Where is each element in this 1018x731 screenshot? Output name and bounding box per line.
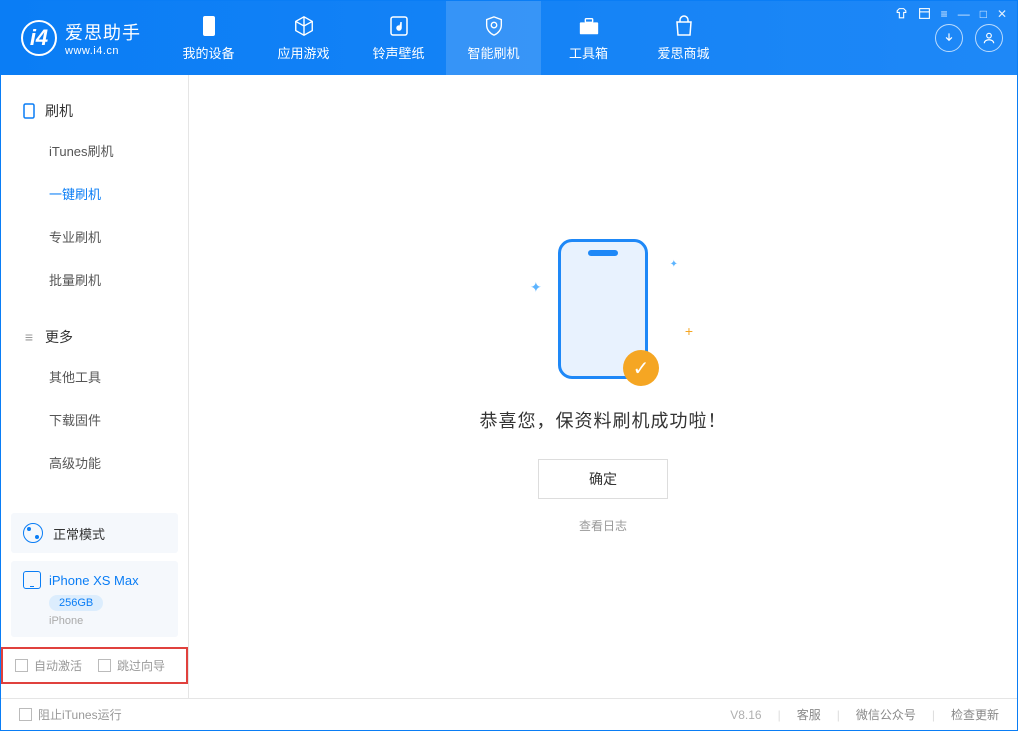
sparkle-icon: ✦ — [670, 259, 678, 270]
menu-lines-icon: ≡ — [21, 329, 37, 345]
list-icon[interactable]: ≡ — [941, 7, 948, 23]
sidebar-item-itunes-flash[interactable]: iTunes刷机 — [1, 129, 188, 172]
app-name: 爱思助手 — [65, 19, 141, 45]
menu-icon[interactable] — [918, 7, 931, 23]
bag-icon — [673, 15, 695, 37]
tab-store[interactable]: 爱思商城 — [636, 1, 731, 75]
main-content: ✓ ✦ ✦ + 恭喜您，保资料刷机成功啦！ 确定 查看日志 — [189, 75, 1017, 698]
device-capacity: 256GB — [49, 595, 103, 611]
maximize-button[interactable]: □ — [980, 7, 987, 23]
logo-icon: i4 — [21, 20, 57, 56]
block-itunes-option[interactable]: 阻止iTunes运行 — [19, 706, 122, 723]
status-icon — [23, 523, 43, 543]
wechat-link[interactable]: 微信公众号 — [856, 706, 916, 723]
checkbox-icon — [19, 708, 32, 721]
music-icon — [388, 15, 410, 37]
tab-label: 工具箱 — [569, 43, 608, 62]
user-button[interactable] — [975, 24, 1003, 52]
app-header: ≡ — □ ✕ i4 爱思助手 www.i4.cn 我的设备 应用游戏 铃声壁纸… — [1, 1, 1017, 75]
sidebar-item-batch-flash[interactable]: 批量刷机 — [1, 258, 188, 301]
ok-button[interactable]: 确定 — [538, 459, 668, 499]
sparkle-icon: ✦ — [530, 279, 542, 296]
flash-options-row: 自动激活 跳过向导 — [1, 647, 188, 684]
status-text: 正常模式 — [53, 524, 105, 543]
section-header-more: ≡ 更多 — [1, 319, 188, 355]
app-url: www.i4.cn — [65, 45, 141, 57]
checkbox-icon — [98, 659, 111, 672]
sidebar: 刷机 iTunes刷机 一键刷机 专业刷机 批量刷机 ≡ 更多 其他工具 下载固… — [1, 75, 189, 698]
version-text: V8.16 — [730, 708, 761, 722]
minimize-button[interactable]: — — [958, 7, 970, 23]
sidebar-section-flash: 刷机 iTunes刷机 一键刷机 专业刷机 批量刷机 — [1, 75, 188, 301]
success-illustration: ✓ ✦ ✦ + — [558, 239, 648, 379]
update-link[interactable]: 检查更新 — [951, 706, 999, 723]
tab-label: 我的设备 — [182, 43, 234, 62]
tab-label: 铃声壁纸 — [372, 43, 424, 62]
phone-illustration: ✓ — [558, 239, 648, 379]
option-auto-activate[interactable]: 自动激活 — [15, 657, 82, 674]
tab-my-device[interactable]: 我的设备 — [161, 1, 256, 75]
option-label: 跳过向导 — [117, 657, 165, 674]
toolbox-icon — [578, 15, 600, 37]
sidebar-item-oneclick-flash[interactable]: 一键刷机 — [1, 172, 188, 215]
separator: | — [778, 708, 781, 722]
app-footer: 阻止iTunes运行 V8.16 | 客服 | 微信公众号 | 检查更新 — [1, 698, 1017, 730]
cube-icon — [293, 15, 315, 37]
device-icon — [198, 15, 220, 37]
tab-apps-games[interactable]: 应用游戏 — [256, 1, 351, 75]
device-phone-icon — [23, 571, 41, 589]
separator: | — [837, 708, 840, 722]
sidebar-item-advanced[interactable]: 高级功能 — [1, 441, 188, 484]
sidebar-item-other-tools[interactable]: 其他工具 — [1, 355, 188, 398]
device-status-card[interactable]: 正常模式 — [11, 513, 178, 553]
sparkle-icon: + — [685, 323, 693, 339]
window-controls: ≡ — □ ✕ — [895, 7, 1007, 23]
option-label: 阻止iTunes运行 — [38, 706, 122, 723]
device-card[interactable]: iPhone XS Max 256GB iPhone — [11, 561, 178, 637]
skin-icon[interactable] — [895, 7, 908, 23]
tab-label: 爱思商城 — [657, 43, 709, 62]
footer-right: V8.16 | 客服 | 微信公众号 | 检查更新 — [730, 706, 999, 723]
sidebar-bottom: 正常模式 iPhone XS Max 256GB iPhone 自动激活 跳过向… — [1, 503, 188, 698]
close-button[interactable]: ✕ — [997, 7, 1007, 23]
option-skip-guide[interactable]: 跳过向导 — [98, 657, 165, 674]
tab-smart-flash[interactable]: 智能刷机 — [446, 1, 541, 75]
tab-toolbox[interactable]: 工具箱 — [541, 1, 636, 75]
sidebar-section-more: ≡ 更多 其他工具 下载固件 高级功能 — [1, 301, 188, 484]
separator: | — [932, 708, 935, 722]
view-log-link[interactable]: 查看日志 — [579, 517, 627, 534]
download-button[interactable] — [935, 24, 963, 52]
section-title: 更多 — [45, 327, 73, 347]
section-title: 刷机 — [45, 101, 73, 121]
nav-tabs: 我的设备 应用游戏 铃声壁纸 智能刷机 工具箱 爱思商城 — [161, 1, 731, 75]
device-type: iPhone — [49, 615, 166, 627]
sidebar-item-download-firmware[interactable]: 下载固件 — [1, 398, 188, 441]
support-link[interactable]: 客服 — [797, 706, 821, 723]
checkbox-icon — [15, 659, 28, 672]
phone-icon — [21, 103, 37, 119]
tab-label: 智能刷机 — [467, 43, 519, 62]
option-label: 自动激活 — [34, 657, 82, 674]
header-actions — [935, 24, 1003, 52]
app-body: 刷机 iTunes刷机 一键刷机 专业刷机 批量刷机 ≡ 更多 其他工具 下载固… — [1, 75, 1017, 698]
success-message: 恭喜您，保资料刷机成功啦！ — [480, 407, 727, 433]
sidebar-item-pro-flash[interactable]: 专业刷机 — [1, 215, 188, 258]
device-name: iPhone XS Max — [49, 573, 139, 588]
app-logo: i4 爱思助手 www.i4.cn — [21, 19, 141, 57]
tab-label: 应用游戏 — [277, 43, 329, 62]
tab-ringtones[interactable]: 铃声壁纸 — [351, 1, 446, 75]
section-header-flash: 刷机 — [1, 93, 188, 129]
shield-icon — [483, 15, 505, 37]
check-badge-icon: ✓ — [623, 350, 659, 386]
